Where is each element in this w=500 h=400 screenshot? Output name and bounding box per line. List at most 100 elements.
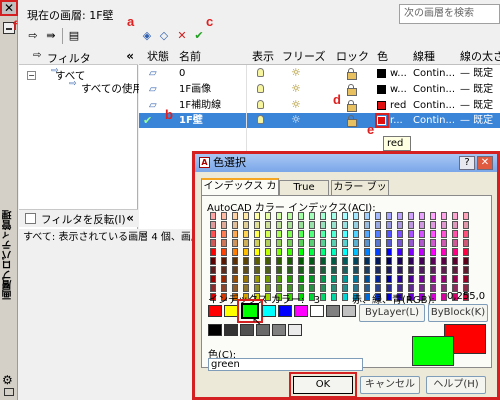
thaw-sun-icon[interactable]: ☼ xyxy=(291,113,301,126)
aci-swatch[interactable] xyxy=(221,230,227,238)
new-layer-icon[interactable]: ◈ xyxy=(139,28,155,44)
aci-swatch[interactable] xyxy=(375,248,381,256)
aci-swatch[interactable] xyxy=(386,230,392,238)
thaw-sun-icon[interactable]: ☼ xyxy=(291,98,301,111)
aci-swatch[interactable] xyxy=(320,248,326,256)
aci-swatch[interactable] xyxy=(408,239,414,247)
layer-name[interactable]: 1F補助線 xyxy=(179,98,221,113)
ok-button[interactable]: OK xyxy=(289,372,357,398)
aci-swatch[interactable] xyxy=(408,248,414,256)
aci-swatch[interactable] xyxy=(397,239,403,247)
aci-swatch[interactable] xyxy=(298,266,304,274)
aci-swatch[interactable] xyxy=(353,275,359,283)
aci-swatch[interactable] xyxy=(408,221,414,229)
color-swatch[interactable] xyxy=(377,101,386,110)
aci-swatch[interactable] xyxy=(342,257,348,265)
aci-swatch[interactable] xyxy=(342,239,348,247)
aci-swatch[interactable] xyxy=(463,275,469,283)
aci-swatch[interactable] xyxy=(243,257,249,265)
aci-swatch[interactable] xyxy=(320,275,326,283)
aci-swatch[interactable] xyxy=(353,239,359,247)
aci-swatch[interactable] xyxy=(375,221,381,229)
aci-swatch[interactable] xyxy=(298,248,304,256)
color-name[interactable]: w... xyxy=(390,82,407,97)
byblock-button[interactable]: ByBlock(K) xyxy=(428,304,488,322)
bylayer-button[interactable]: ByLayer(L) xyxy=(359,304,425,322)
aci-swatch[interactable] xyxy=(397,266,403,274)
aci-swatch[interactable] xyxy=(419,230,425,238)
gray-color-1[interactable] xyxy=(208,324,222,336)
column-freeze[interactable]: フリーズ xyxy=(282,49,325,65)
aci-swatch[interactable] xyxy=(452,230,458,238)
aci-swatch[interactable] xyxy=(463,239,469,247)
color-name[interactable]: r... xyxy=(390,113,403,128)
aci-swatch[interactable] xyxy=(353,230,359,238)
new-group-filter-icon[interactable]: ⇛ xyxy=(43,28,59,44)
column-color[interactable]: 色 xyxy=(377,49,388,65)
aci-swatch[interactable] xyxy=(309,239,315,247)
aci-swatch[interactable] xyxy=(331,212,337,220)
linetype-name[interactable]: Contin... xyxy=(413,98,455,113)
aci-swatch[interactable] xyxy=(331,230,337,238)
aci-swatch[interactable] xyxy=(441,266,447,274)
aci-swatch[interactable] xyxy=(342,293,348,301)
aci-swatch[interactable] xyxy=(441,239,447,247)
aci-swatch[interactable] xyxy=(320,212,326,220)
unlock-icon[interactable] xyxy=(347,115,357,127)
aci-swatch[interactable] xyxy=(441,230,447,238)
tab-true-color[interactable]: True Color xyxy=(279,180,329,207)
aci-swatch[interactable] xyxy=(320,284,326,292)
unlock-icon[interactable] xyxy=(347,84,357,96)
aci-swatch[interactable] xyxy=(221,221,227,229)
aci-swatch[interactable] xyxy=(452,212,458,220)
aci-swatch[interactable] xyxy=(419,239,425,247)
aci-swatch[interactable] xyxy=(452,275,458,283)
aci-swatch[interactable] xyxy=(353,257,359,265)
aci-swatch[interactable] xyxy=(441,275,447,283)
column-lock[interactable]: ロック xyxy=(336,49,369,65)
gray-color-3[interactable] xyxy=(240,324,254,336)
linetype-name[interactable]: Contin... xyxy=(413,66,455,81)
aci-swatch[interactable] xyxy=(276,239,282,247)
layer-row-selected[interactable]: ✔ 1F壁 ☼ r... Contin... — 既定 xyxy=(139,113,500,128)
aci-swatch[interactable] xyxy=(397,275,403,283)
aci-swatch[interactable] xyxy=(331,239,337,247)
aci-swatch[interactable] xyxy=(210,248,216,256)
aci-swatch[interactable] xyxy=(254,266,260,274)
aci-swatch[interactable] xyxy=(342,221,348,229)
aci-swatch[interactable] xyxy=(364,275,370,283)
aci-swatch[interactable] xyxy=(364,212,370,220)
aci-swatch[interactable] xyxy=(342,275,348,283)
aci-swatch[interactable] xyxy=(210,275,216,283)
aci-swatch[interactable] xyxy=(232,248,238,256)
aci-swatch[interactable] xyxy=(463,257,469,265)
aci-swatch[interactable] xyxy=(375,266,381,274)
aci-swatch[interactable] xyxy=(210,212,216,220)
aci-swatch[interactable] xyxy=(254,248,260,256)
gray-color-4[interactable] xyxy=(256,324,270,336)
gray-color-5[interactable] xyxy=(272,324,286,336)
aci-swatch[interactable] xyxy=(210,266,216,274)
aci-swatch[interactable] xyxy=(298,257,304,265)
tree-expander-icon[interactable]: − xyxy=(27,71,36,80)
aci-swatch[interactable] xyxy=(265,239,271,247)
aci-swatch[interactable] xyxy=(397,221,403,229)
aci-swatch[interactable] xyxy=(265,257,271,265)
unlock-icon[interactable] xyxy=(347,68,357,80)
standard-color-yellow[interactable] xyxy=(224,305,238,317)
standard-color-magenta[interactable] xyxy=(294,305,308,317)
thaw-sun-icon[interactable]: ☼ xyxy=(291,66,301,79)
lineweight-value[interactable]: — 既定 xyxy=(460,66,493,81)
unlock-icon[interactable] xyxy=(347,100,357,112)
aci-swatch[interactable] xyxy=(221,257,227,265)
aci-swatch[interactable] xyxy=(232,221,238,229)
aci-swatch[interactable] xyxy=(232,275,238,283)
color-name[interactable]: red xyxy=(390,98,406,113)
aci-swatch[interactable] xyxy=(408,212,414,220)
aci-swatch[interactable] xyxy=(342,212,348,220)
aci-swatch[interactable] xyxy=(419,257,425,265)
tab-color-books[interactable]: カラー ブック xyxy=(331,180,389,207)
layer-row[interactable]: ▱ 1F画像 ☼ w... Contin... — 既定 xyxy=(139,82,500,97)
gray-color-6[interactable] xyxy=(288,324,302,336)
aci-swatch[interactable] xyxy=(430,239,436,247)
